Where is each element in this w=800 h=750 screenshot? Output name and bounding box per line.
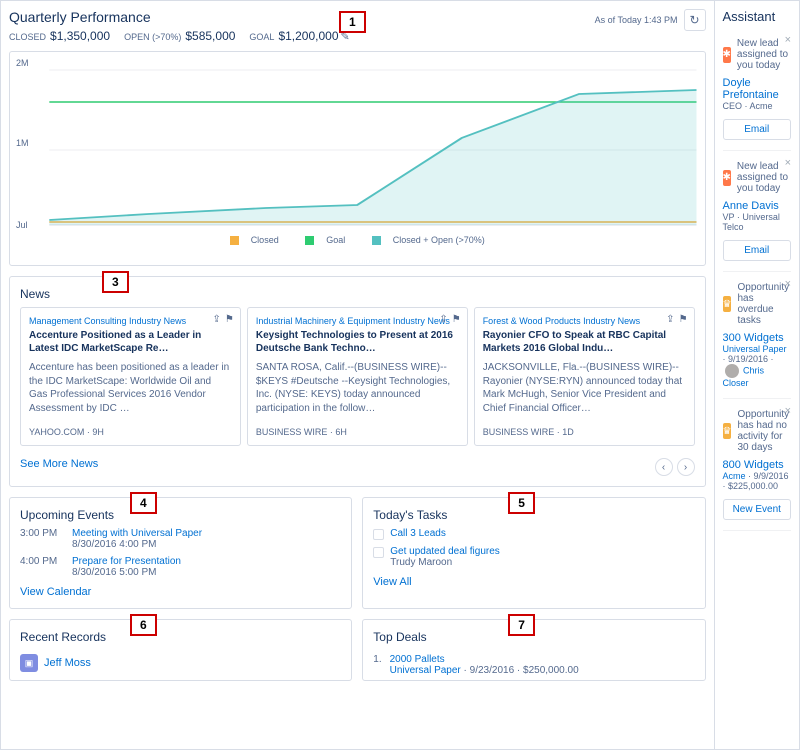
events-title: Upcoming Events (20, 508, 341, 522)
news-panel: 3 News ⇪⚑ Management Consulting Industry… (9, 276, 706, 487)
share-icon[interactable]: ⇪ (439, 314, 447, 325)
news-item[interactable]: ⇪⚑ Industrial Machinery & Equipment Indu… (247, 307, 468, 446)
email-button[interactable]: Email (723, 240, 791, 261)
page-title: Quarterly Performance (9, 9, 350, 25)
assistant-title: Assistant (723, 9, 791, 24)
contact-icon: ▣ (20, 654, 38, 672)
opportunity-icon: ♛ (723, 423, 732, 439)
news-prev-button[interactable]: ‹ (655, 458, 673, 476)
share-icon[interactable]: ⇪ (212, 314, 220, 325)
close-icon[interactable]: × (785, 405, 791, 417)
event-row[interactable]: 3:00 PM Meeting with Universal Paper8/30… (20, 528, 341, 550)
top-deals-panel: 7 Top Deals 1. 2000 PalletsUniversal Pap… (362, 619, 705, 681)
deal-row[interactable]: 1. 2000 PalletsUniversal Paper · 9/23/20… (373, 654, 694, 676)
lead-icon: ✱ (723, 47, 731, 63)
assistant-item: × ✱New lead assigned to you today Doyle … (723, 28, 791, 151)
see-more-news-link[interactable]: See More News (20, 458, 98, 470)
task-row[interactable]: Get updated deal figuresTrudy Maroon (373, 546, 694, 568)
view-calendar-link[interactable]: View Calendar (20, 586, 341, 598)
task-row[interactable]: Call 3 Leads (373, 528, 694, 540)
asof-label: As of Today 1:43 PM (595, 15, 678, 25)
chart-legend: Closed Goal Closed + Open (>70%) (18, 235, 697, 245)
recent-title: Recent Records (20, 630, 341, 644)
recent-record-row[interactable]: ▣ Jeff Moss (20, 654, 341, 672)
share-icon[interactable]: ⇪ (666, 314, 674, 325)
lead-name-link[interactable]: Anne Davis (723, 200, 791, 212)
new-event-button[interactable]: New Event (723, 499, 791, 520)
news-next-button[interactable]: › (677, 458, 695, 476)
news-item[interactable]: ⇪⚑ Management Consulting Industry News A… (20, 307, 241, 446)
assistant-item: × ♛Opportunity has overdue tasks 300 Wid… (723, 272, 791, 399)
close-icon[interactable]: × (785, 34, 791, 46)
flag-icon[interactable]: ⚑ (452, 314, 461, 325)
callout-6: 6 (130, 614, 157, 636)
opportunity-icon: ♛ (723, 296, 732, 312)
avatar-icon (725, 364, 739, 378)
news-item[interactable]: ⇪⚑ Forest & Wood Products Industry News … (474, 307, 695, 446)
callout-3: 3 (102, 271, 129, 293)
recent-records-panel: 6 Recent Records ▣ Jeff Moss (9, 619, 352, 681)
opportunity-link[interactable]: 300 Widgets (723, 332, 791, 344)
close-icon[interactable]: × (785, 157, 791, 169)
task-checkbox[interactable] (373, 529, 384, 540)
close-icon[interactable]: × (785, 278, 791, 290)
email-button[interactable]: Email (723, 119, 791, 140)
flag-icon[interactable]: ⚑ (679, 314, 688, 325)
task-checkbox[interactable] (373, 547, 384, 558)
events-panel: 4 Upcoming Events 3:00 PM Meeting with U… (9, 497, 352, 609)
callout-7: 7 (508, 614, 535, 636)
event-row[interactable]: 4:00 PM Prepare for Presentation8/30/201… (20, 556, 341, 578)
assistant-item: × ♛Opportunity has had no activity for 3… (723, 399, 791, 531)
callout-1: 1 (339, 11, 366, 33)
refresh-button[interactable]: ↻ (684, 9, 706, 31)
performance-chart: 2M 1M Jul Closed Goal Closed + Open (>70… (9, 51, 706, 266)
callout-4: 4 (130, 492, 157, 514)
callout-5: 5 (508, 492, 535, 514)
view-all-tasks-link[interactable]: View All (373, 576, 694, 588)
performance-metrics: CLOSED$1,350,000 OPEN (>70%)$585,000 GOA… (9, 29, 350, 43)
opportunity-link[interactable]: 800 Widgets (723, 459, 791, 471)
flag-icon[interactable]: ⚑ (225, 314, 234, 325)
assistant-item: × ✱New lead assigned to you today Anne D… (723, 151, 791, 272)
lead-name-link[interactable]: Doyle Prefontaine (723, 77, 791, 101)
lead-icon: ✱ (723, 170, 731, 186)
tasks-panel: 5 Today's Tasks Call 3 Leads Get updated… (362, 497, 705, 609)
